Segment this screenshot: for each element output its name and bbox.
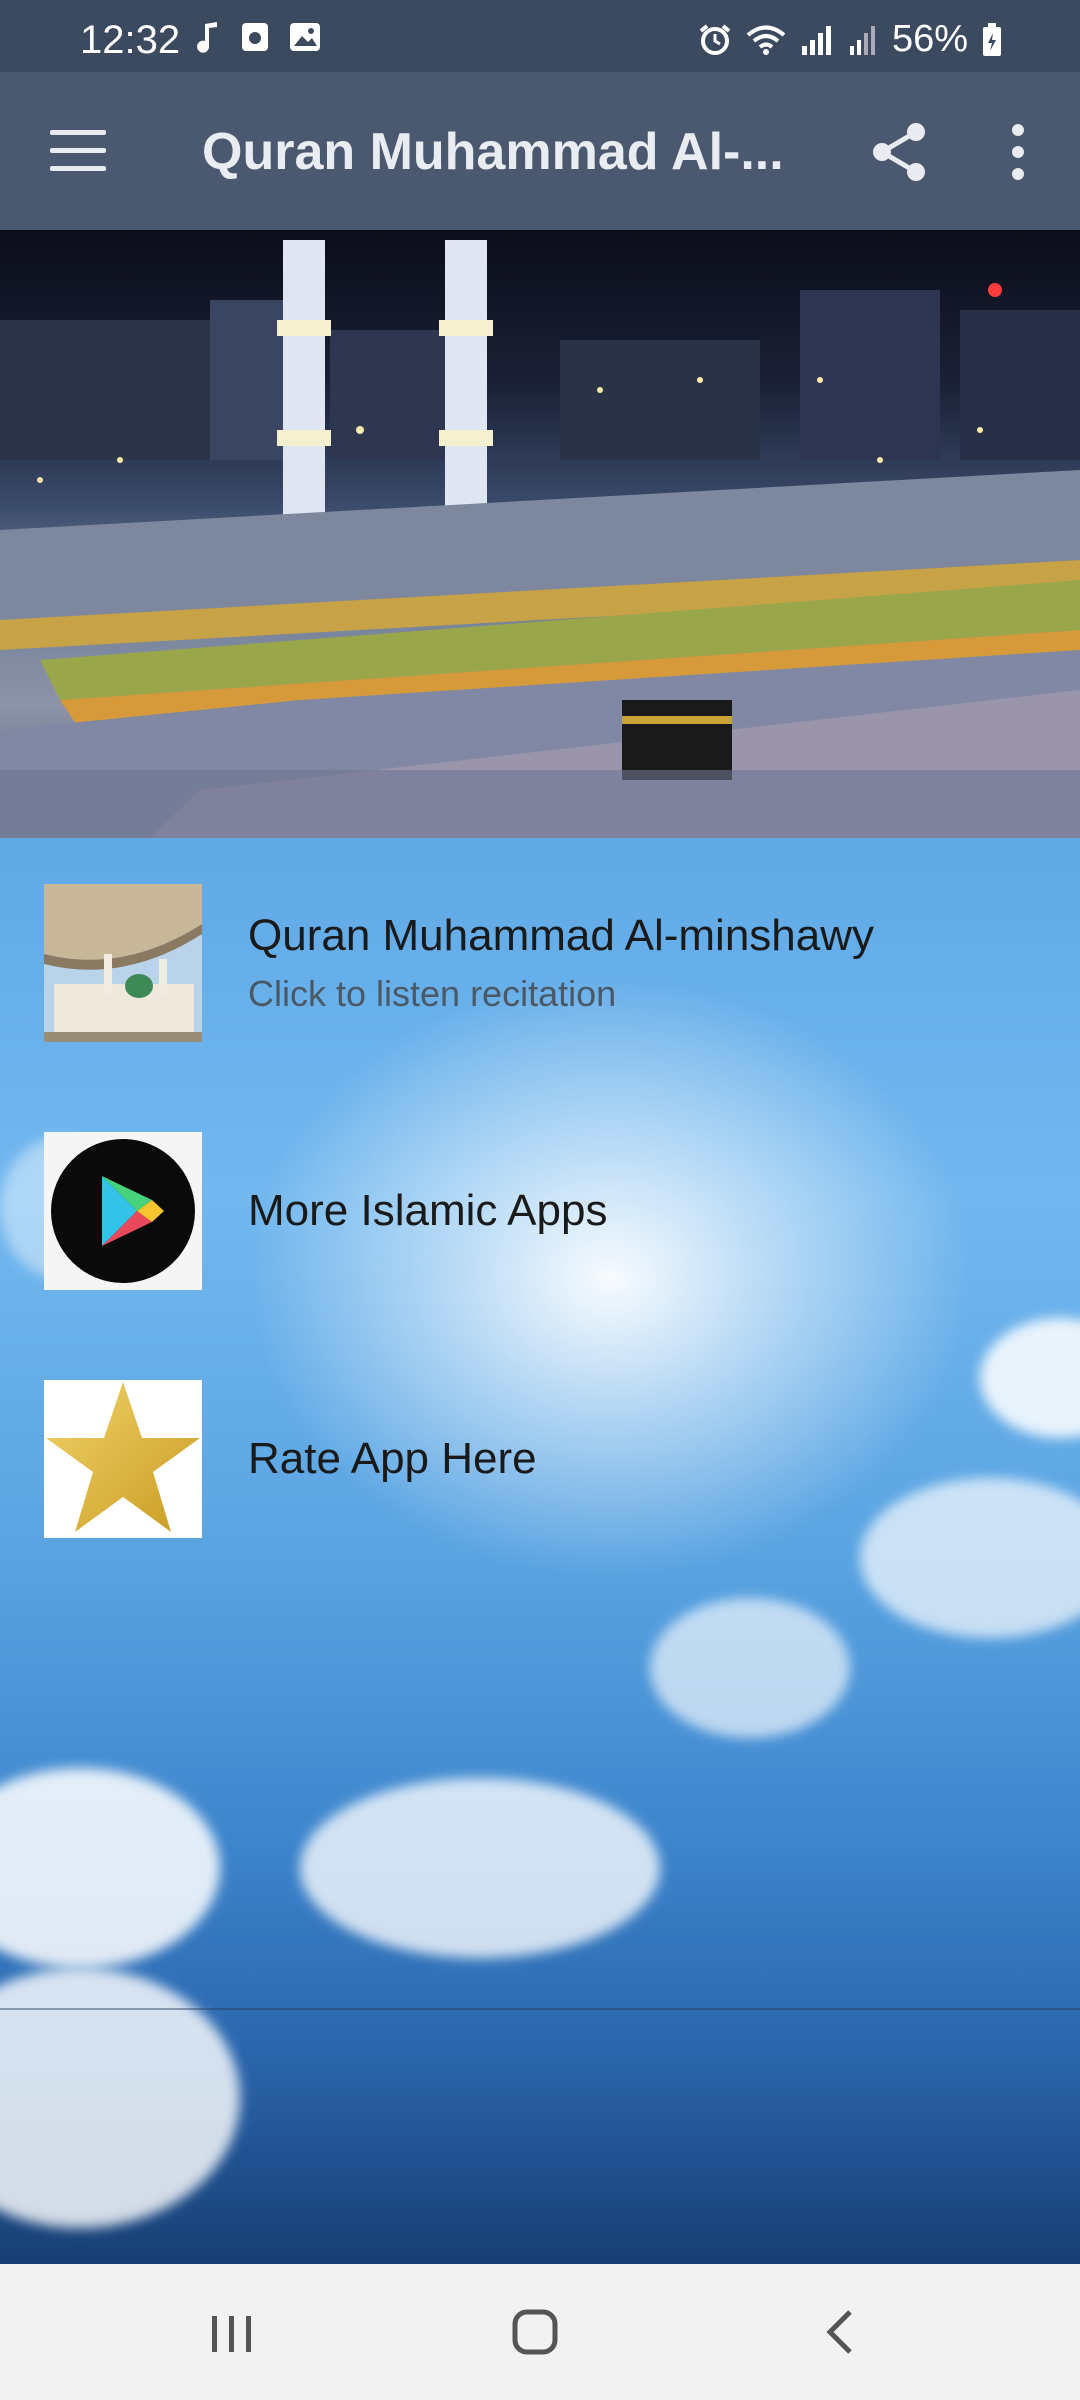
list-item-recitation[interactable]: Quran Muhammad Al-minshawy Click to list… — [44, 884, 1044, 1042]
star-icon — [44, 1380, 202, 1538]
battery-percent: 56% — [891, 18, 968, 60]
content-area: Quran Muhammad Al-minshawy Click to list… — [0, 838, 1080, 2264]
status-bar: 12:32 56% — [0, 0, 1080, 72]
back-icon[interactable] — [800, 2302, 880, 2362]
share-icon[interactable] — [868, 120, 932, 184]
music-note-icon — [197, 22, 217, 53]
list-item-more-apps[interactable]: More Islamic Apps — [44, 1132, 1044, 1290]
signal-icon — [801, 25, 831, 55]
header-banner-image — [0, 230, 1080, 838]
system-nav-bar — [0, 2264, 1080, 2400]
media-icon — [242, 23, 268, 51]
recent-apps-icon[interactable] — [192, 2302, 272, 2362]
menu-icon[interactable] — [50, 130, 106, 172]
home-icon[interactable] — [495, 2302, 575, 2362]
wifi-icon — [746, 25, 786, 55]
gallery-icon — [290, 23, 320, 51]
alarm-icon — [699, 23, 731, 55]
list-item-rate-app[interactable]: Rate App Here — [44, 1380, 1044, 1538]
item-title: More Islamic Apps — [248, 1186, 608, 1235]
app-toolbar: Quran Muhammad Al-... — [0, 72, 1080, 230]
masjid-scene — [0, 240, 1080, 838]
item-title: Quran Muhammad Al-minshawy — [248, 911, 875, 960]
battery-icon — [983, 22, 1001, 56]
notification-icons — [195, 22, 321, 54]
item-subtitle: Click to listen recitation — [248, 973, 617, 1014]
mosque-thumbnail — [44, 884, 202, 1042]
play-store-icon — [44, 1132, 202, 1290]
signal-icon — [849, 25, 875, 55]
status-time: 12:32 — [80, 18, 181, 62]
system-icons: 56% — [698, 18, 1002, 61]
more-vert-icon[interactable] — [1000, 120, 1036, 184]
toolbar-title: Quran Muhammad Al-... — [202, 123, 784, 181]
divider — [0, 2008, 1080, 2010]
item-title: Rate App Here — [248, 1434, 537, 1483]
